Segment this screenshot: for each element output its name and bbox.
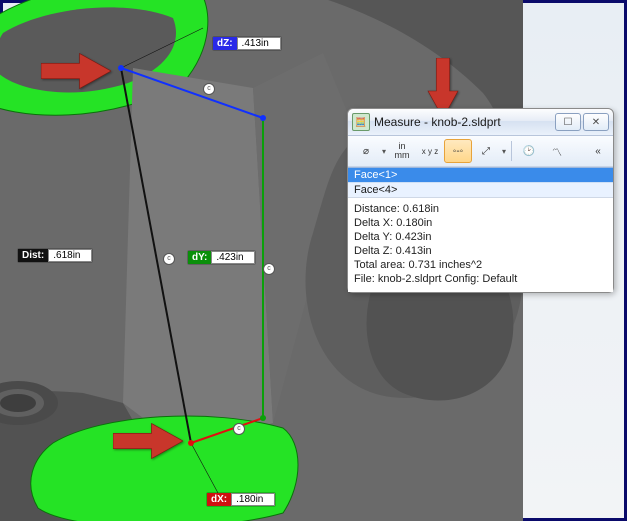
callout-dy: dY: .423in: [188, 251, 255, 264]
projected-button[interactable]: ⤢: [472, 139, 500, 163]
midpoint-marker: c: [233, 423, 245, 435]
callout-dx-label: dX:: [207, 493, 231, 506]
selection-item[interactable]: Face<1>: [348, 168, 613, 182]
projected-dropdown[interactable]: ▾: [500, 147, 508, 156]
callout-dz-label: dZ:: [213, 37, 237, 50]
annotation-arrow: [41, 53, 111, 89]
separator-icon: [511, 141, 512, 161]
midpoint-marker: c: [163, 253, 175, 265]
minimize-button[interactable]: ☐: [555, 113, 581, 131]
callout-dx: dX: .180in: [207, 493, 275, 506]
xyz-button[interactable]: x y z: [416, 139, 444, 163]
measure-title: Measure - knob-2.sldprt: [374, 115, 553, 129]
history-button[interactable]: 🕑: [515, 139, 543, 163]
callout-dx-value: .180in: [231, 493, 275, 506]
callout-dz-value: .413in: [237, 37, 281, 50]
callout-distance-label: Dist:: [18, 249, 48, 262]
statistics-button[interactable]: 〽: [543, 139, 571, 163]
callout-dz: dZ: .413in: [213, 37, 281, 50]
arc-circle-button[interactable]: ⌀: [352, 139, 380, 163]
annotation-arrow: [113, 423, 183, 459]
units-button[interactable]: in mm: [388, 139, 416, 163]
measure-titlebar[interactable]: 🧮 Measure - knob-2.sldprt ☐ ✕: [348, 109, 613, 136]
measure-toolbar: ⌀ ▾ in mm x y z ◦-◦ ⤢ ▾ 🕑 〽 «: [348, 136, 613, 167]
callout-dy-value: .423in: [211, 251, 255, 264]
midpoint-marker: c: [203, 83, 215, 95]
close-button[interactable]: ✕: [583, 113, 609, 131]
selection-item[interactable]: Face<4>: [348, 182, 613, 197]
midpoint-marker: c: [263, 263, 275, 275]
selection-list[interactable]: Face<1> Face<4>: [348, 167, 613, 197]
measure-window[interactable]: 🧮 Measure - knob-2.sldprt ☐ ✕ ⌀ ▾ in mm …: [347, 108, 614, 293]
results-panel: Distance: 0.618in Delta X: 0.180in Delta…: [348, 197, 613, 292]
callout-dy-label: dY:: [188, 251, 211, 264]
callout-distance: Dist: .618in: [18, 249, 92, 262]
point-to-point-button[interactable]: ◦-◦: [444, 139, 472, 163]
measure-icon: 🧮: [352, 113, 370, 131]
callout-distance-value: .618in: [48, 249, 92, 262]
arc-circle-dropdown[interactable]: ▾: [380, 147, 388, 156]
collapse-button[interactable]: «: [587, 139, 609, 163]
